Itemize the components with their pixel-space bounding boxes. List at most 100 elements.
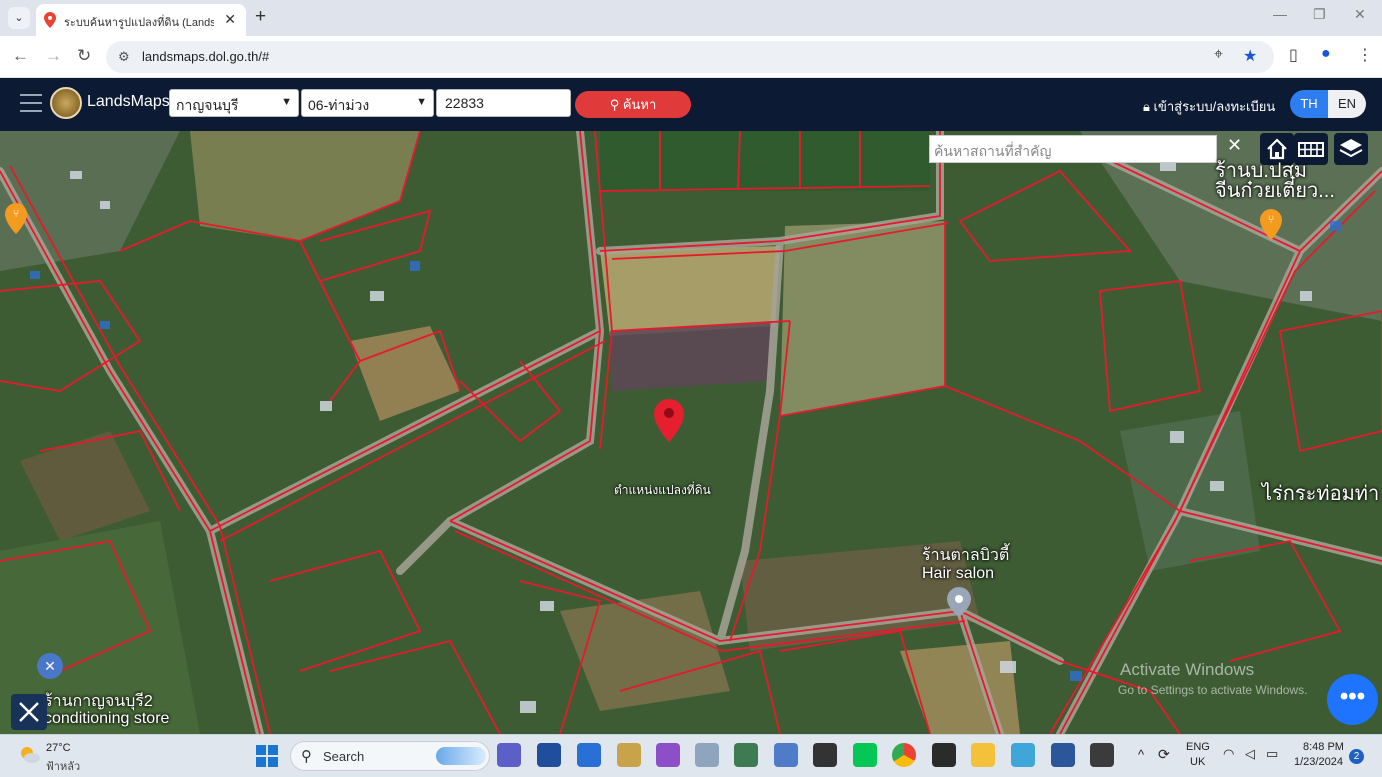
search-icon: ⚲ — [609, 97, 620, 112]
lang-en-button[interactable]: EN — [1328, 90, 1366, 118]
taskbar-search[interactable]: ⚲ Search — [290, 741, 490, 771]
place-label-farm: ไร่กระท่อมท่า — [1262, 483, 1380, 505]
clock-time[interactable]: 8:48 PM — [1303, 741, 1344, 753]
restore-icon[interactable]: ❐ — [1313, 6, 1326, 23]
search-button-label: ค้นหา — [622, 97, 657, 112]
input-lang[interactable]: ENG — [1186, 741, 1210, 753]
url-bar[interactable]: ⚙ landsmaps.dol.go.th/# ⌖ ★ — [106, 41, 1274, 73]
search-button[interactable]: ⚲ ค้นหา — [575, 91, 691, 118]
new-tab-button[interactable]: + — [255, 6, 266, 28]
place-label-salon: ร้านตาลบิวตี้ Hair salon — [922, 547, 1009, 583]
word-icon[interactable] — [1051, 743, 1075, 767]
windows-start-icon[interactable] — [256, 745, 278, 767]
weather-temp: 27°C — [46, 742, 71, 754]
snipping-tool-icon[interactable] — [1011, 743, 1035, 767]
location-icon[interactable]: ⌖ — [1214, 46, 1223, 64]
dol-logo — [50, 87, 82, 119]
back-icon[interactable]: ← — [12, 46, 29, 66]
district-select[interactable]: 06-ท่าม่วง ▼ — [301, 89, 434, 117]
battery-icon[interactable]: ▭ — [1266, 746, 1278, 762]
clear-search-icon[interactable]: ✕ — [1227, 135, 1242, 156]
taskbar-search-label: Search — [323, 749, 365, 764]
search-highlight-icon — [436, 747, 486, 765]
volume-icon[interactable]: ◁ — [1245, 746, 1255, 762]
menu-icon[interactable]: ⋮ — [1357, 45, 1373, 65]
forward-icon[interactable]: → — [45, 46, 62, 66]
chevron-up-icon[interactable]: ^ — [1138, 747, 1144, 762]
reload-icon[interactable]: ↻ — [77, 46, 91, 66]
lang-th-button[interactable]: TH — [1290, 90, 1328, 118]
place-label-line: ร้านกาญจนบุรี2 — [44, 693, 153, 710]
app-icon[interactable] — [813, 743, 837, 767]
profile-icon[interactable]: ● — [1321, 45, 1331, 63]
satellite-map: ⑂ ⑂ ✕ — [0, 131, 1382, 734]
line-app-icon[interactable] — [853, 743, 877, 767]
calculator-icon[interactable] — [734, 743, 758, 767]
login-link[interactable]: 🔒︎ เข้าสู่ระบบ/ลงทะเบียน — [1143, 96, 1275, 117]
notification-badge[interactable]: 2 — [1349, 749, 1364, 764]
svg-text:✕: ✕ — [44, 659, 56, 675]
app-icon[interactable] — [1090, 743, 1114, 767]
province-value: กาญจนบุรี — [176, 97, 239, 113]
map-pin-favicon-icon — [44, 12, 56, 28]
more-options-button[interactable]: ••• — [1327, 674, 1378, 725]
site-info-icon[interactable]: ⚙ — [118, 49, 130, 65]
app-icon[interactable] — [695, 743, 719, 767]
chevron-down-icon: ▼ — [416, 96, 427, 108]
app-icon[interactable] — [774, 743, 798, 767]
tab-list-button[interactable]: ⌄ — [8, 7, 30, 29]
input-region[interactable]: UK — [1190, 756, 1205, 768]
place-label-line: ร้านตาลบิวตี้ — [922, 547, 1010, 564]
teams-icon[interactable] — [497, 743, 521, 767]
tab-title: ระบบค้นหารูปแปลงที่ดิน (LandsMaps — [64, 17, 214, 29]
province-select[interactable]: กาญจนบุรี ▼ — [169, 89, 299, 117]
layers-button[interactable] — [1334, 133, 1368, 165]
activate-windows-subtitle: Go to Settings to activate Windows. — [1118, 683, 1308, 697]
clock-date[interactable]: 1/23/2024 — [1294, 756, 1343, 768]
bookmark-star-icon[interactable]: ★ — [1243, 46, 1257, 66]
minimize-icon[interactable]: — — [1273, 6, 1287, 22]
windows-taskbar: 27°C ฟ้าหลัว ⚲ Search ^ ⟳ ENG UK ◠ ◁ ▭ 8… — [0, 734, 1382, 777]
place-label-line: ร้านบ.ปสม — [1215, 160, 1307, 182]
mail-icon[interactable] — [577, 743, 601, 767]
wifi-icon[interactable]: ◠ — [1223, 746, 1234, 762]
layers-icon — [1339, 139, 1363, 158]
browser-tab[interactable]: ระบบค้นหารูปแปลงที่ดิน (LandsMaps ✕ — [36, 4, 246, 36]
brand-name: LandsMaps — [87, 93, 170, 110]
svg-text:⑂: ⑂ — [13, 207, 20, 220]
place-label-line: conditioning store — [44, 710, 170, 727]
lock-icon: 🔒︎ — [1143, 99, 1150, 114]
browser-tab-strip: ⌄ ระบบค้นหารูปแปลงที่ดิน (LandsMaps ✕ + … — [0, 0, 1382, 36]
place-label-shop: ร้านบ.ปสม จีนก๋วยเตี๋ยว... — [1215, 161, 1335, 201]
parcel-number-input[interactable]: 22833 — [436, 89, 571, 117]
side-panel-icon[interactable]: ▯ — [1289, 45, 1298, 65]
app-icon[interactable] — [617, 743, 641, 767]
url-text: landsmaps.dol.go.th/# — [142, 49, 270, 64]
weather-sun-icon — [21, 747, 40, 763]
hamburger-menu-icon[interactable] — [20, 94, 42, 112]
search-icon: ⚲ — [301, 748, 312, 765]
district-value: 06-ท่าม่วง — [308, 97, 370, 113]
map-view[interactable]: ⑂ ⑂ ✕ ค้นหาสถานที่สำคัญ ✕ ร้านบ.ปสม จีนก… — [0, 131, 1382, 734]
place-search-input[interactable]: ค้นหาสถานที่สำคัญ — [929, 135, 1217, 163]
activate-windows-title: Activate Windows — [1120, 660, 1255, 679]
login-label: เข้าสู่ระบบ/ลงทะเบียน — [1153, 99, 1276, 114]
store-icon[interactable] — [537, 743, 561, 767]
tab-close-icon[interactable]: ✕ — [224, 11, 236, 28]
app-icon[interactable] — [932, 743, 956, 767]
file-explorer-icon[interactable] — [971, 743, 995, 767]
close-window-icon[interactable]: ✕ — [1354, 6, 1366, 23]
address-bar: ← → ↻ ⚙ landsmaps.dol.go.th/# ⌖ ★ ▯ ● ⋮ — [0, 36, 1382, 78]
sync-icon[interactable]: ⟳ — [1158, 746, 1170, 763]
tools-icon — [19, 702, 39, 722]
chrome-icon[interactable] — [892, 743, 916, 767]
tools-button[interactable] — [11, 694, 47, 730]
parcel-pin-label: ตำแหน่งแปลงที่ดิน — [614, 483, 711, 497]
place-label-line: Hair salon — [922, 565, 995, 582]
place-label-store: ร้านกาญจนบุรี2 conditioning store — [44, 693, 169, 727]
weather-desc: ฟ้าหลัว — [46, 761, 81, 773]
svg-text:⑂: ⑂ — [1268, 213, 1275, 226]
chevron-down-icon: ▼ — [281, 96, 292, 108]
app-icon[interactable] — [656, 743, 680, 767]
place-label-line: จีนก๋วยเตี๋ยว... — [1215, 180, 1335, 202]
